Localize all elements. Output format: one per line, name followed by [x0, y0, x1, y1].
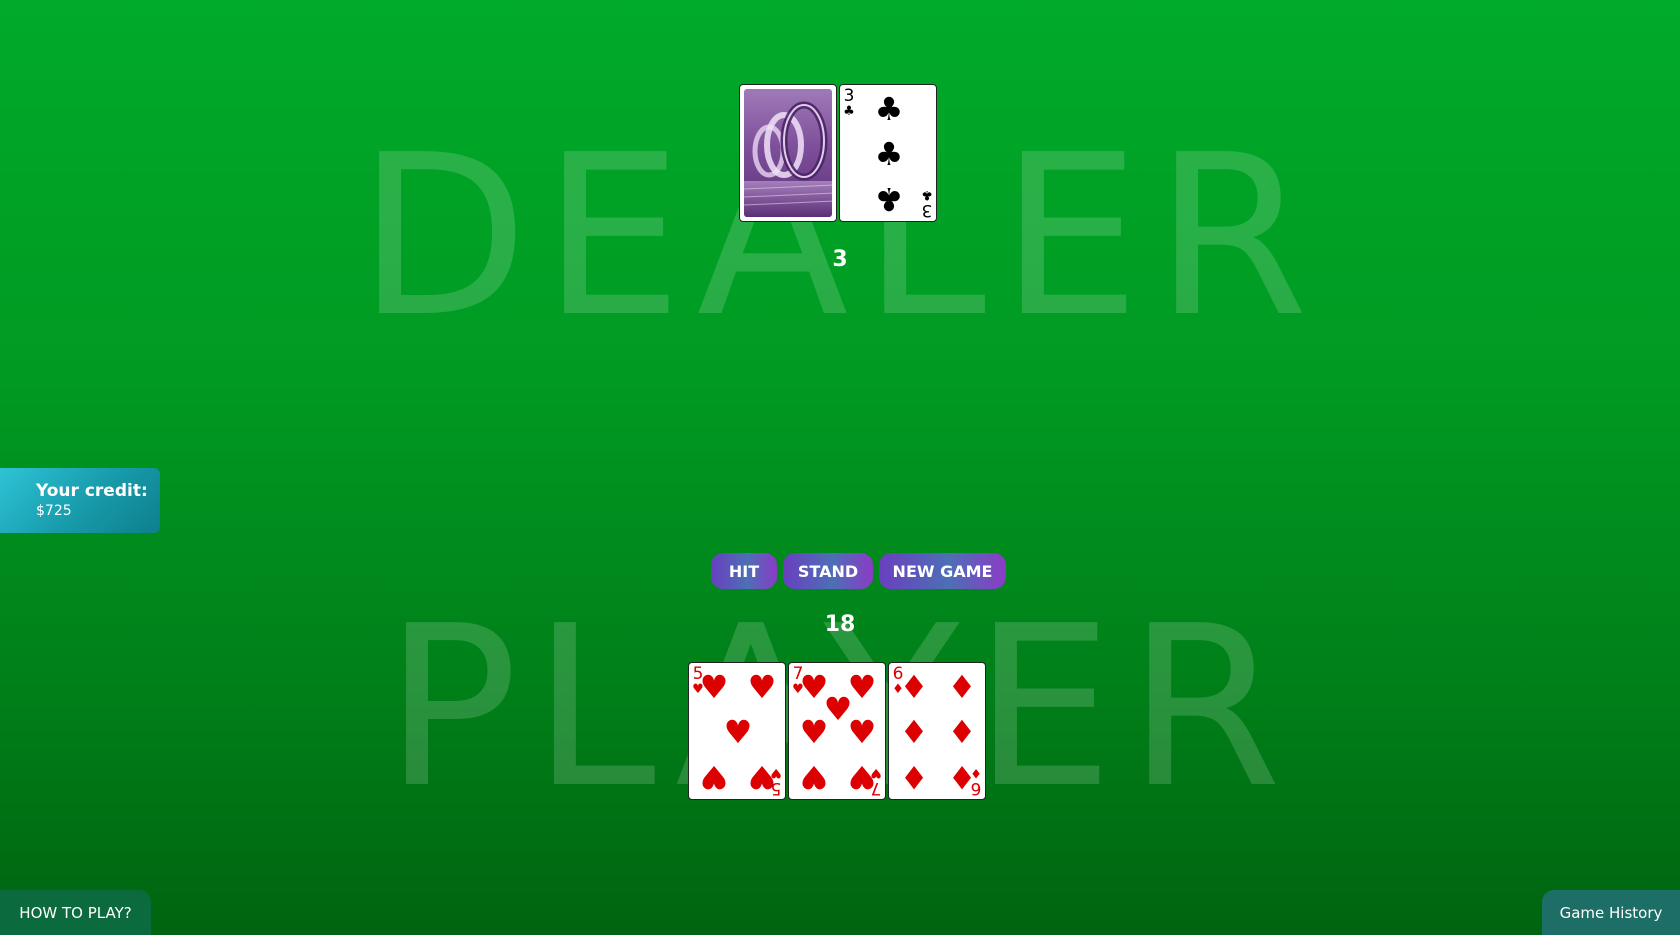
heart-pip: ♥	[799, 713, 829, 751]
club-pip: ♣	[874, 135, 904, 173]
heart-pip: ♥	[699, 758, 729, 796]
credit-value: $725	[36, 503, 72, 519]
card-corner-bottom: 7 ♥	[870, 765, 882, 798]
diamond-pip: ♦	[947, 713, 977, 751]
credit-label: Your credit:	[36, 481, 148, 501]
dealer-card-3-clubs: 3 ♣ ♣ ♣ ♣ 3 ♣	[839, 84, 937, 222]
heart-pip: ♥	[699, 668, 729, 706]
stand-button[interactable]: STAND	[783, 553, 873, 589]
how-to-play-button[interactable]: HOW TO PLAY?	[0, 890, 151, 935]
diamond-pip: ♦	[899, 713, 929, 751]
diamond-pip: ♦	[899, 668, 929, 706]
card-corner-bottom: 5 ♥	[770, 765, 782, 798]
diamond-pip: ♦	[947, 668, 977, 706]
player-hand: 5 ♥ ♥ ♥ ♥ ♥ ♥ 5 ♥ 7 ♥ ♥ ♥ ♥ ♥ ♥ ♥ ♥ 7 ♥ 6 ♦ ♦…	[688, 662, 986, 800]
heart-pip: ♥	[723, 713, 753, 751]
new-game-button[interactable]: NEW GAME	[879, 553, 1006, 589]
card-corner-bottom: 3 ♣	[921, 187, 933, 220]
dealer-card-face-down	[739, 84, 837, 222]
credit-panel: Your credit: $725	[0, 468, 160, 533]
game-history-button[interactable]: Game History	[1542, 890, 1680, 935]
dealer-score: 3	[832, 247, 848, 272]
card-back-art	[744, 89, 832, 217]
dealer-hand: 3 ♣ ♣ ♣ ♣ 3 ♣	[739, 84, 937, 222]
heart-pip: ♥	[747, 668, 777, 706]
player-card-5-hearts: 5 ♥ ♥ ♥ ♥ ♥ ♥ 5 ♥	[688, 662, 786, 800]
heart-pip: ♥	[847, 713, 877, 751]
card-corner-bottom: 6 ♦	[970, 765, 982, 798]
club-pip: ♣	[874, 180, 904, 218]
diamond-pip: ♦	[899, 758, 929, 796]
player-score: 18	[824, 612, 856, 637]
card-corner-top: 3 ♣	[843, 86, 855, 120]
hit-button[interactable]: HIT	[711, 553, 777, 589]
heart-pip: ♥	[799, 758, 829, 796]
player-card-6-diamonds: 6 ♦ ♦ ♦ ♦ ♦ ♦ ♦ 6 ♦	[888, 662, 986, 800]
club-pip: ♣	[874, 90, 904, 128]
player-card-7-hearts: 7 ♥ ♥ ♥ ♥ ♥ ♥ ♥ ♥ 7 ♥	[788, 662, 886, 800]
action-controls: HIT STAND NEW GAME	[711, 553, 1006, 589]
